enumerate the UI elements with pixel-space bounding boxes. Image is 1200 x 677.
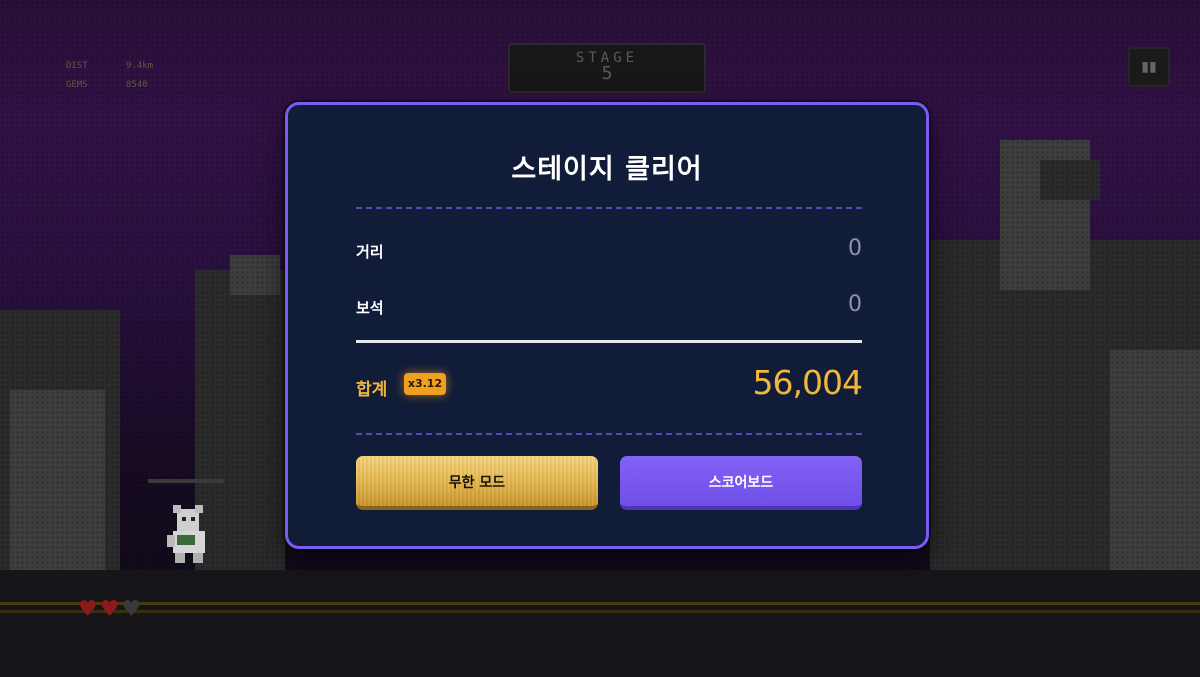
pause-button[interactable]: ▮▮ <box>1128 47 1170 87</box>
lives-hearts: ♥♥♥ <box>78 597 143 622</box>
scoreboard-button[interactable]: 스코어보드 <box>620 456 862 510</box>
distance-value: 0 <box>848 236 862 261</box>
total-score: 56,004 <box>752 363 863 402</box>
distance-label: 거리 <box>356 243 384 261</box>
gems-value: 8540 <box>126 80 148 90</box>
divider-dashed <box>356 207 862 209</box>
dist-value: 9.4km <box>126 61 154 71</box>
pause-icon: ▮▮ <box>1141 59 1157 75</box>
ground <box>0 570 1200 677</box>
dist-label: DIST <box>66 61 88 71</box>
dialog-title: 스테이지 클리어 <box>511 154 703 185</box>
total-label: 합계 <box>356 380 388 400</box>
heart-icon: ♥ <box>99 597 122 622</box>
endless-mode-button[interactable]: 무한 모드 <box>356 456 598 510</box>
rail-line <box>0 602 1200 605</box>
heart-icon: ♥ <box>78 597 100 622</box>
divider-dashed <box>356 433 862 435</box>
stage-indicator: STAGE 5 <box>508 43 706 93</box>
gems-label: GEMS <box>66 80 88 90</box>
gems-result-label: 보석 <box>356 299 384 317</box>
stage-number: 5 <box>601 63 613 84</box>
gems-result-value: 0 <box>848 292 862 317</box>
player-health-bar <box>148 479 224 483</box>
rail-line <box>0 610 1200 613</box>
multiplier-badge: x3.12 <box>404 373 446 395</box>
heart-empty-icon: ♥ <box>121 597 144 622</box>
player-character <box>163 505 211 565</box>
divider-solid <box>356 340 862 343</box>
stage-clear-dialog: 스테이지 클리어 거리 0 보석 0 합계 x3.12 56,004 무한 모드… <box>285 102 929 549</box>
